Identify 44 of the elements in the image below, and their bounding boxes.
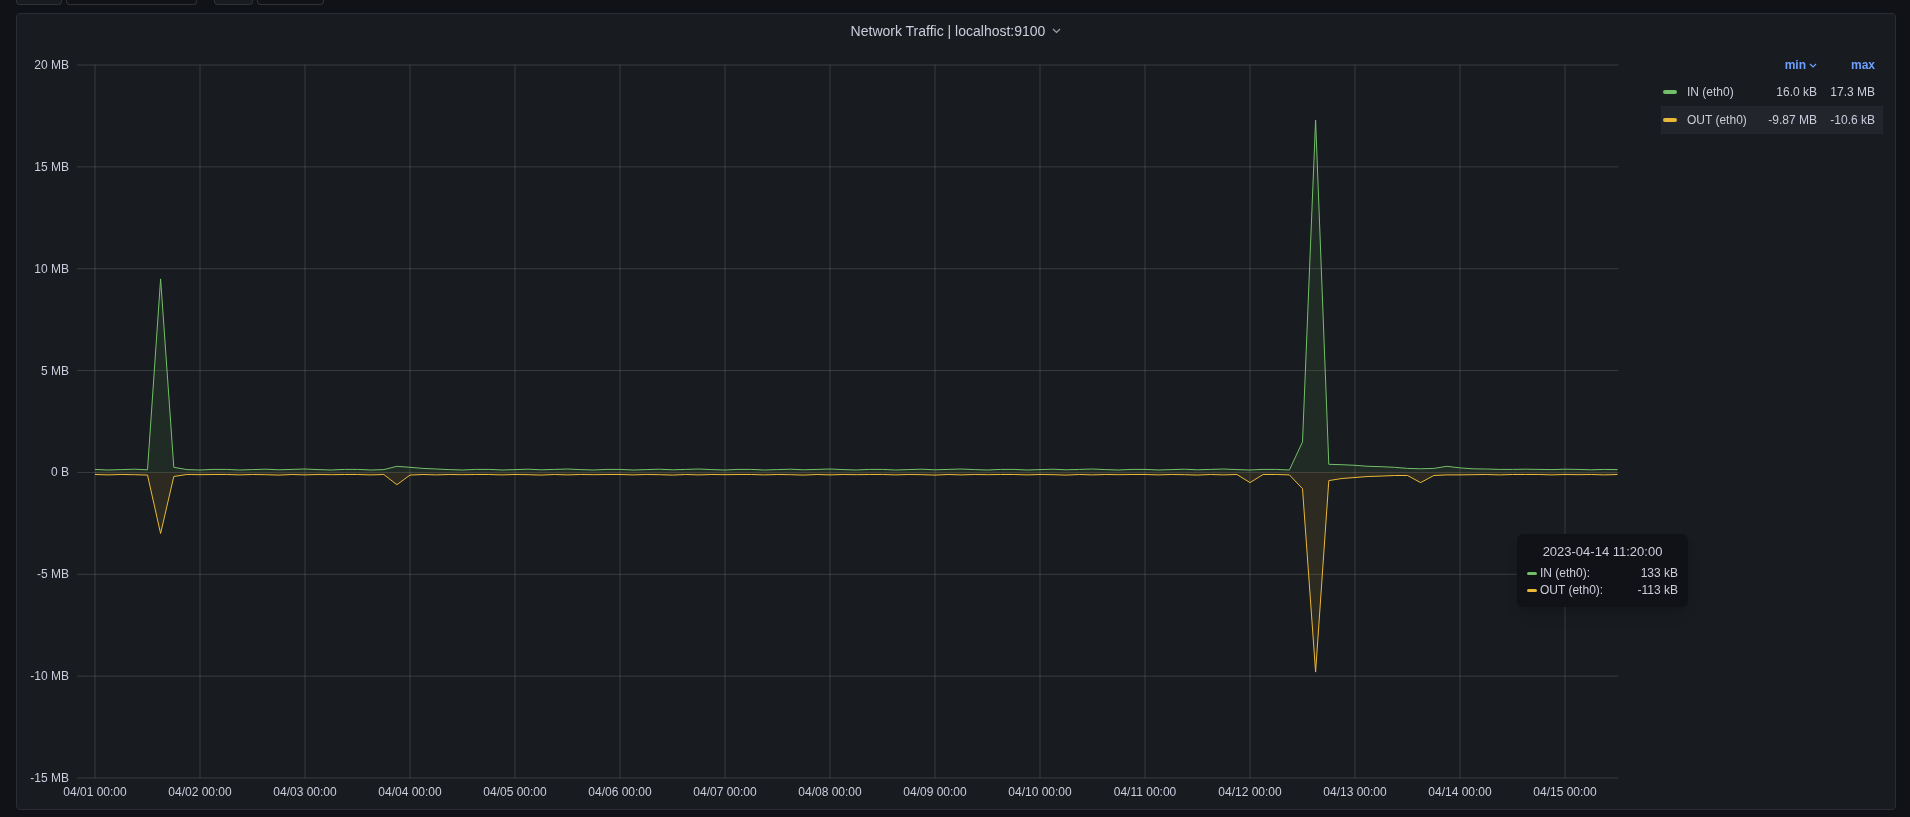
x-axis-label: 04/11 00:00 — [1113, 785, 1177, 799]
x-axis-label: 04/13 00:00 — [1323, 785, 1387, 799]
x-axis-label: 04/15 00:00 — [1533, 785, 1597, 799]
x-axis-label: 04/09 00:00 — [903, 785, 967, 799]
toolbar-button[interactable] — [66, 0, 197, 5]
y-axis-label: -5 MB — [37, 567, 69, 582]
y-axis-label: -10 MB — [30, 669, 69, 684]
x-axis-label: 04/08 00:00 — [798, 785, 862, 799]
toolbar-button[interactable] — [257, 0, 324, 5]
series-name: OUT (eth0): — [1540, 582, 1605, 599]
legend-column-header[interactable]: min — [1755, 56, 1817, 74]
legend-row[interactable]: OUT (eth0) -9.87 MB -10.6 kB — [1661, 106, 1883, 134]
panel-title[interactable]: Network Traffic | localhost:9100 — [850, 20, 1062, 42]
y-axis-label: 20 MB — [34, 58, 69, 72]
series-name: OUT (eth0) — [1687, 112, 1748, 129]
toolbar-button[interactable] — [214, 0, 253, 5]
x-axis-label: 04/02 00:00 — [168, 785, 232, 799]
toolbar-button[interactable] — [16, 0, 62, 5]
y-axis-label: -15 MB — [30, 771, 69, 785]
series-name: IN (eth0) — [1687, 84, 1735, 101]
min-value: 16.0 kB — [1775, 84, 1817, 101]
x-axis-label: 04/06 00:00 — [588, 785, 652, 799]
chevron-down-icon — [1052, 28, 1062, 34]
min-value: -9.87 MB — [1767, 112, 1817, 129]
x-axis-label: 04/03 00:00 — [273, 785, 337, 799]
x-axis-label: 04/12 00:00 — [1218, 785, 1282, 799]
series-value: 133 kB — [1639, 565, 1678, 582]
x-axis-label: 04/05 00:00 — [483, 785, 547, 799]
series-value: -113 kB — [1636, 582, 1678, 599]
x-axis-label: 04/04 00:00 — [378, 785, 442, 799]
x-axis-label: 04/14 00:00 — [1428, 785, 1492, 799]
x-axis-label: 04/10 00:00 — [1008, 785, 1072, 799]
legend-column-header[interactable]: max — [1817, 56, 1875, 74]
legend-row[interactable]: IN (eth0) 16.0 kB 17.3 MB — [1661, 78, 1883, 106]
series-name: IN (eth0): — [1540, 565, 1591, 582]
y-axis-label: 5 MB — [41, 363, 69, 378]
x-axis-label: 04/07 00:00 — [693, 785, 757, 799]
y-axis-label: 15 MB — [34, 159, 69, 174]
tooltip-time: 2023-04-14 11:20:00 — [1541, 543, 1664, 561]
x-axis-label: 04/01 00:00 — [63, 785, 127, 799]
max-value: 17.3 MB — [1829, 84, 1875, 101]
max-value: -10.6 kB — [1829, 112, 1875, 129]
y-axis-label: 10 MB — [34, 261, 69, 276]
y-axis-label: 0 B — [51, 465, 69, 480]
